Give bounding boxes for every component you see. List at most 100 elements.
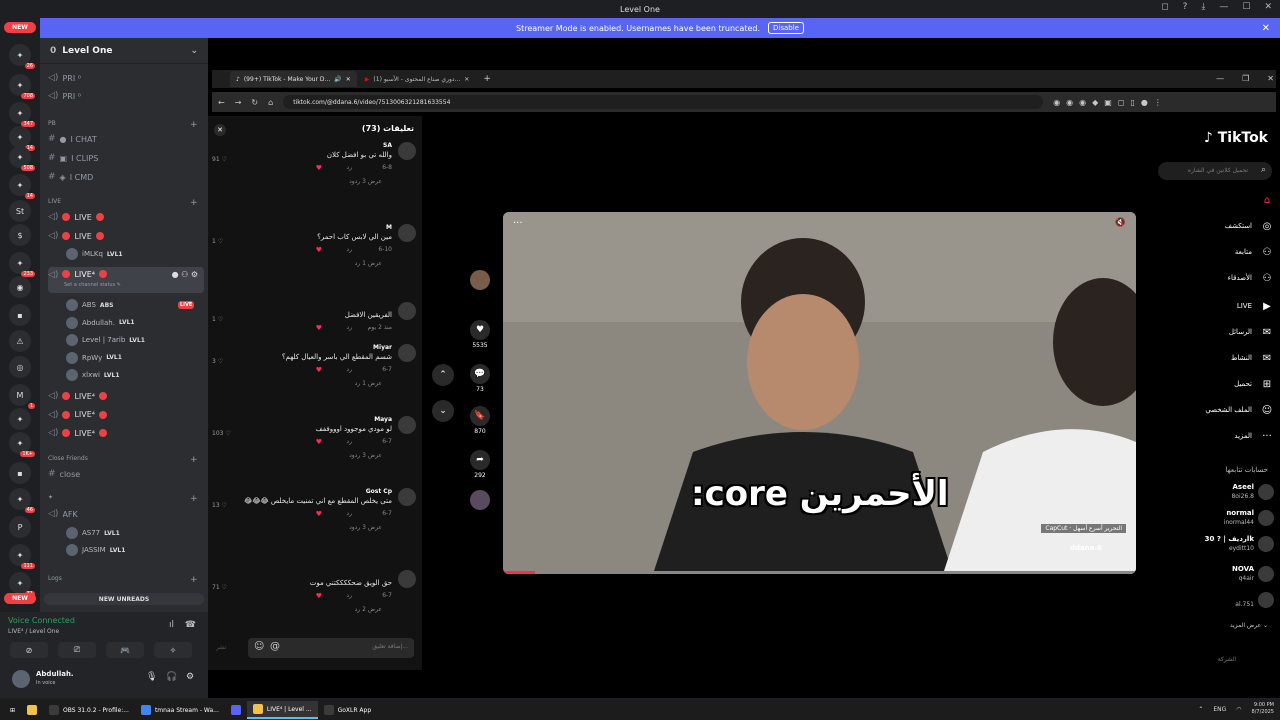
view-replies-button[interactable]: عرض 3 ردود: [349, 524, 382, 531]
server-icon[interactable]: ✦ 233: [9, 252, 35, 277]
category-afk[interactable]: ✦ +: [48, 494, 198, 504]
channel-live-extra[interactable]: ◁) LIVE⁴: [48, 425, 204, 441]
like-button[interactable]: 1 ♡: [212, 316, 223, 323]
server-icon[interactable]: ✦ 508: [9, 146, 35, 171]
goxlr-taskbar-button[interactable]: GoXLR App: [318, 701, 378, 719]
extensions-icons[interactable]: ◉◉◉◆▣◻▯●⋮: [1053, 98, 1168, 107]
like-button[interactable]: 3 ♡: [212, 358, 223, 365]
close-button[interactable]: ✕: [1267, 74, 1274, 83]
tray-chevron-icon[interactable]: ⌃: [1198, 706, 1203, 713]
minimize-button[interactable]: —: [1216, 74, 1224, 83]
comment-author[interactable]: M: [386, 224, 392, 231]
like-button[interactable]: 13 ♡: [212, 502, 227, 509]
server-icon[interactable]: St: [9, 200, 31, 222]
company-link[interactable]: الشركة: [1218, 656, 1236, 663]
home-icon[interactable]: ⌂: [268, 98, 273, 107]
server-icon[interactable]: ✦ 347: [9, 102, 35, 127]
voice-user[interactable]: xlxwi LVL1: [66, 368, 120, 382]
post-button[interactable]: نشر: [216, 644, 226, 651]
category-pb[interactable]: PB +: [48, 120, 198, 130]
headphones-icon[interactable]: 🎧: [166, 672, 177, 682]
guild-header[interactable]: 0 Level One ⌄: [40, 38, 208, 64]
add-channel-icon[interactable]: +: [190, 455, 198, 465]
view-replies-button[interactable]: عرض 3 ردود: [349, 178, 382, 185]
tiktok-logo[interactable]: ♪ TikTok: [1204, 130, 1268, 146]
add-channel-icon[interactable]: +: [190, 198, 198, 208]
channel-clips[interactable]: # ▣ I CLIPS: [48, 150, 204, 166]
back-icon[interactable]: ←: [218, 98, 225, 107]
search-icon[interactable]: ⌕: [1261, 165, 1266, 175]
server-icon[interactable]: ◉: [9, 276, 31, 298]
like-button[interactable]: 71 ♡: [212, 584, 227, 591]
start-button[interactable]: ⊞: [4, 701, 21, 719]
close-icon[interactable]: ✕: [214, 124, 226, 136]
server-icon[interactable]: ▪: [9, 304, 31, 326]
tiktok-nav-item[interactable]: استكشف ◎: [1156, 218, 1274, 234]
channel-live-extra[interactable]: ◁) LIVE⁴: [48, 388, 204, 404]
server-icon[interactable]: $: [9, 224, 31, 246]
view-replies-button[interactable]: عرض 3 ردود: [349, 452, 382, 459]
avatar[interactable]: [398, 302, 416, 320]
add-channel-icon[interactable]: +: [190, 494, 198, 504]
channel-close[interactable]: # close: [48, 466, 204, 482]
channel-live-1[interactable]: ◁) LIVE: [48, 209, 204, 225]
channel-cmd[interactable]: # ◈ I CMD: [48, 169, 204, 185]
channel-afk[interactable]: ◁) AFK: [48, 506, 204, 522]
voice-user[interactable]: RpWy LVL1: [66, 351, 122, 365]
channel-live-selected[interactable]: ◁) LIVE⁴ ● ⚇ ⚙ Set a channel status ✎: [48, 267, 204, 293]
more-options-icon[interactable]: ···: [513, 218, 523, 229]
tiktok-nav-item[interactable]: متابعة ⚇: [1156, 244, 1274, 260]
tiktok-nav-item[interactable]: ⌂: [1156, 192, 1274, 208]
reply-button[interactable]: رد: [346, 438, 352, 445]
favorite-button[interactable]: 🔖 870: [466, 406, 494, 435]
inbox-icon[interactable]: ◻: [1161, 2, 1168, 12]
server-icon[interactable]: ✦ 1K+: [9, 432, 35, 457]
server-icon[interactable]: ▪: [9, 462, 31, 484]
banner-close-icon[interactable]: ✕: [1262, 23, 1270, 34]
tiktok-nav-item[interactable]: تحميل ⊞: [1156, 376, 1274, 392]
tiktok-nav-item[interactable]: الملف الشخصي ☺: [1156, 402, 1274, 418]
clock[interactable]: 9:00 PM 8/7/2025: [1252, 702, 1274, 716]
chrome-taskbar-button[interactable]: tmnaa Stream - Wa...: [135, 701, 225, 719]
language-indicator[interactable]: ENG: [1213, 706, 1226, 713]
avatar[interactable]: [398, 224, 416, 242]
mute-icon[interactable]: 🔇: [1115, 218, 1126, 228]
discord-window-button[interactable]: LIVE⁴ | Level ...: [246, 701, 318, 719]
channel-actions[interactable]: ● ⚇ ⚙: [172, 270, 198, 279]
activity-button[interactable]: 🎮: [106, 642, 144, 658]
server-icon[interactable]: ✦71: [9, 572, 35, 597]
comment-author[interactable]: Miyar: [373, 344, 392, 351]
mention-icon[interactable]: @: [270, 641, 280, 652]
view-replies-button[interactable]: عرض 2 رد: [355, 606, 382, 613]
new-tab-button[interactable]: +: [483, 74, 491, 84]
soundboard-button[interactable]: ✧: [154, 642, 192, 658]
like-button[interactable]: 91 ♡: [212, 156, 227, 163]
server-icon[interactable]: ✦ 111: [9, 544, 35, 569]
add-channel-icon[interactable]: +: [190, 120, 198, 130]
server-icon[interactable]: ✦ 708: [9, 74, 35, 99]
channel-pri-2[interactable]: ◁) PRI ⁰: [48, 88, 204, 104]
new-pill-bottom[interactable]: NEW: [4, 593, 36, 604]
reply-button[interactable]: رد: [346, 246, 352, 253]
comment-author[interactable]: Gost Cp: [366, 488, 392, 495]
server-icon[interactable]: P: [9, 516, 31, 538]
following-account[interactable]: normal inormal44: [1156, 508, 1274, 530]
file-explorer-button[interactable]: [21, 701, 43, 719]
signal-icon[interactable]: ıl: [169, 620, 174, 630]
voice-user[interactable]: ABS ABS: [66, 298, 113, 312]
comment-author[interactable]: SA: [383, 142, 392, 149]
server-icon[interactable]: M1: [9, 384, 35, 409]
channel-live-extra[interactable]: ◁) LIVE⁴: [48, 407, 204, 423]
add-channel-icon[interactable]: +: [190, 575, 198, 585]
view-replies-button[interactable]: عرض 1 رد: [355, 260, 382, 267]
previous-video-button[interactable]: ⌃: [432, 364, 454, 386]
following-account[interactable]: ارديف | ? 30k eyditt10: [1156, 534, 1274, 556]
search-input[interactable]: تحميل كلانين في الشاره ⌕: [1158, 162, 1272, 180]
discord-taskbar-button[interactable]: [225, 701, 247, 719]
following-account[interactable]: NOVA q4air: [1156, 564, 1274, 586]
server-icon[interactable]: ✦ 14: [9, 126, 35, 151]
server-icon[interactable]: ✦ 46: [9, 488, 35, 513]
reply-button[interactable]: رد: [346, 592, 352, 599]
server-icon[interactable]: ⚠: [9, 330, 31, 352]
server-icon[interactable]: ◎: [9, 356, 31, 378]
